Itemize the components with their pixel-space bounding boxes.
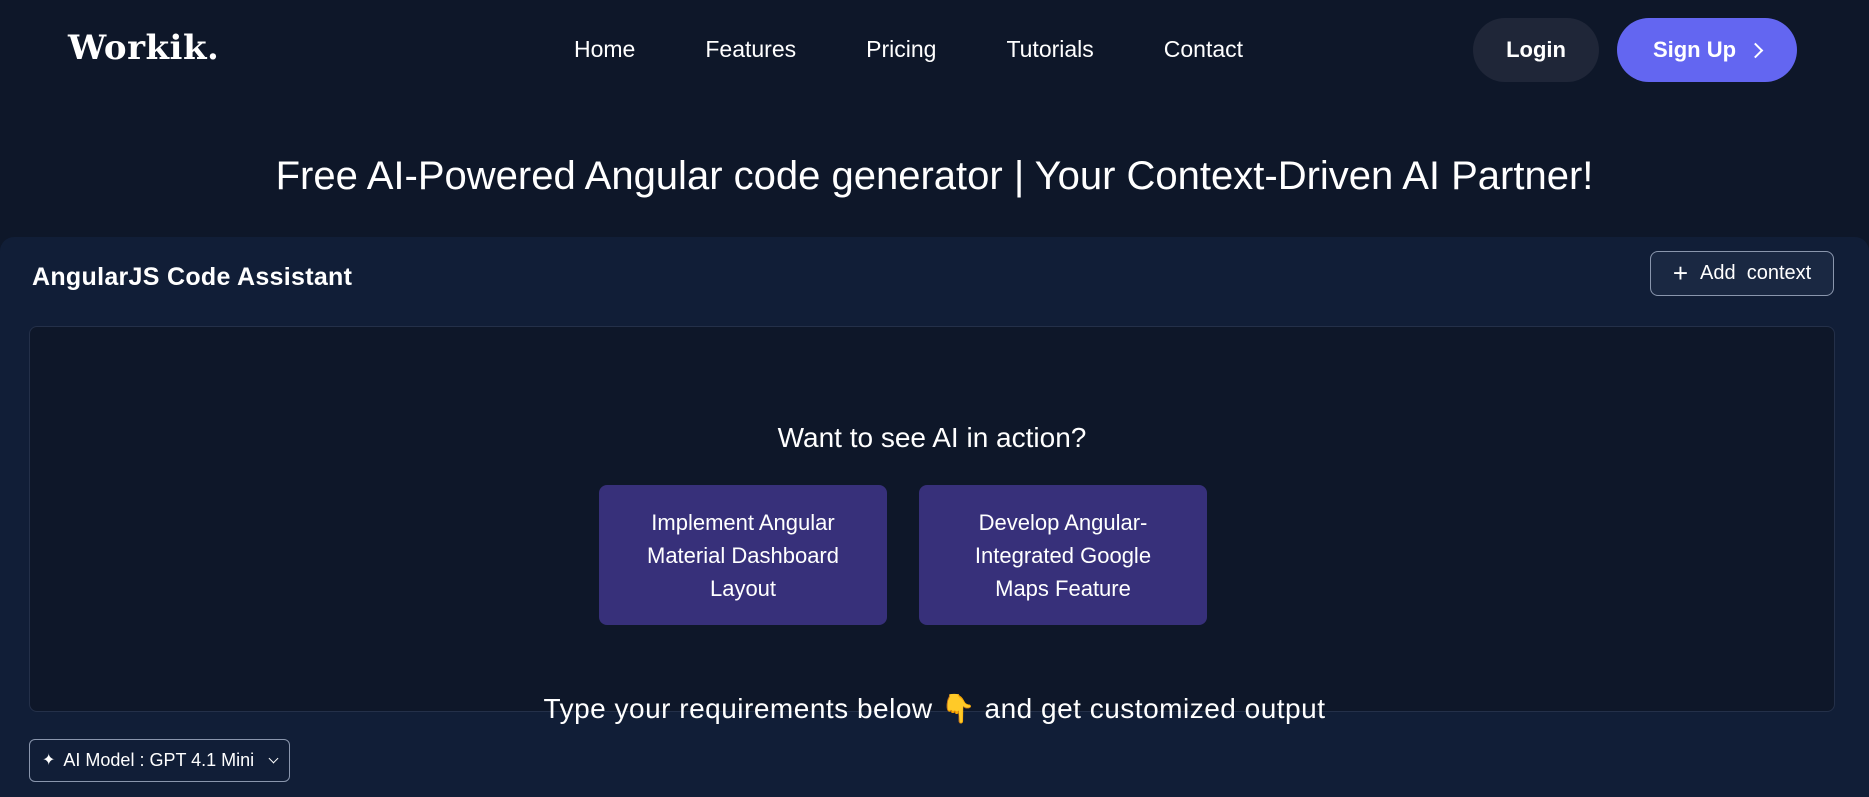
panel-title: AngularJS Code Assistant [32,263,353,291]
nav-features[interactable]: Features [705,36,796,63]
suggestion-list: Implement Angular Material Dashboard Lay… [599,485,1207,625]
workik-logo[interactable]: Workik. [68,28,219,68]
add-context-label: Add context [1700,262,1812,284]
signup-label: Sign Up [1652,37,1737,62]
code-assistant-panel: AngularJS Code Assistant + Add context W… [0,237,1869,797]
prompt-heading: Want to see AI in action? [777,422,1087,453]
nav-pricing[interactable]: Pricing [866,36,936,63]
login-label: Login [1506,37,1566,62]
page-title: Free AI-Powered Angular code generator |… [275,154,1594,198]
add-context-button[interactable]: + Add context [1650,251,1834,296]
suggestion-card[interactable]: Implement Angular Material Dashboard Lay… [599,485,887,625]
chat-output-area: Want to see AI in action? Implement Angu… [29,326,1835,712]
nav-contact[interactable]: Contact [1164,36,1243,63]
chevron-down-icon [268,753,279,764]
signup-button[interactable]: Sign Up [1617,18,1797,82]
sparkle-icon: ✦ [42,751,56,769]
ai-model-select[interactable]: ✦ AI Model : GPT 4.1 Mini [29,739,290,782]
type-hint: Type your requirements below 👇 and get c… [543,693,1326,724]
main-nav: Home Features Pricing Tutorials Contact [574,36,1243,63]
login-button[interactable]: Login [1473,18,1599,82]
plus-icon: + [1672,257,1688,288]
chevron-right-icon [1747,42,1764,59]
nav-tutorials[interactable]: Tutorials [1006,36,1093,63]
nav-home[interactable]: Home [574,36,635,63]
ai-model-label: AI Model : GPT 4.1 Mini [63,750,255,770]
suggestion-card[interactable]: Develop Angular-Integrated Google Maps F… [919,485,1207,625]
site-header: Workik. Home Features Pricing Tutorials … [0,0,1869,100]
